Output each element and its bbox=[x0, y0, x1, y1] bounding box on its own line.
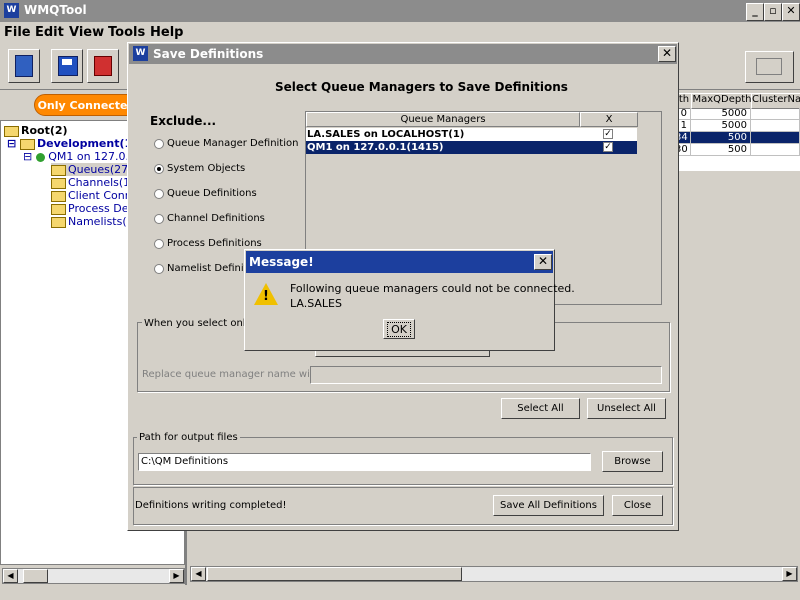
chart-icon bbox=[94, 56, 112, 76]
right-hscrollbar[interactable]: ◀ ▶ bbox=[190, 566, 798, 582]
qm-name: QM1 on 127.0.0.1(1415) bbox=[307, 142, 444, 153]
left-hscrollbar[interactable]: ◀ ▶ bbox=[2, 568, 185, 584]
dialog-app-icon: W bbox=[133, 46, 148, 61]
tree-node-queues[interactable]: Queues(27) bbox=[51, 163, 133, 176]
select-all-button[interactable]: Select All bbox=[501, 398, 580, 419]
status-bar bbox=[0, 585, 800, 600]
folder-icon bbox=[51, 216, 66, 228]
column-header[interactable]: ClusterNa bbox=[751, 93, 800, 109]
floppy-icon bbox=[58, 56, 78, 76]
folder-icon bbox=[51, 190, 66, 202]
table-cell[interactable]: 500 bbox=[691, 144, 751, 156]
folder-icon bbox=[51, 164, 66, 176]
exit-icon bbox=[15, 55, 33, 77]
table-cell[interactable] bbox=[751, 132, 800, 144]
menu-tools[interactable]: Tools bbox=[108, 25, 145, 40]
qm-icon bbox=[35, 152, 45, 162]
column-header-queue-managers[interactable]: Queue Managers bbox=[306, 112, 580, 127]
menu-edit[interactable]: Edit bbox=[35, 25, 64, 40]
tool-button[interactable] bbox=[87, 49, 119, 83]
restore-button[interactable]: ▫ bbox=[764, 3, 782, 21]
radio-process-definitions[interactable] bbox=[154, 239, 164, 249]
dialog-title: Save Definitions bbox=[153, 47, 264, 61]
exit-button[interactable] bbox=[8, 49, 40, 83]
scroll-right-icon[interactable]: ▶ bbox=[782, 567, 797, 581]
qm-checkbox[interactable]: ✓ bbox=[603, 142, 613, 152]
message-title-bar: Message! ✕ bbox=[246, 251, 553, 273]
ok-button[interactable]: OK bbox=[383, 319, 415, 339]
panel-button[interactable] bbox=[745, 51, 794, 83]
radio-label: System Objects bbox=[167, 163, 246, 174]
app-icon: W bbox=[4, 3, 19, 18]
menu-file[interactable]: File bbox=[4, 25, 31, 40]
table-cell[interactable]: 500 bbox=[691, 132, 751, 144]
app-title: WMQTool bbox=[24, 3, 87, 17]
browse-button[interactable]: Browse bbox=[602, 451, 663, 472]
ok-label: OK bbox=[387, 322, 411, 337]
message-title: Message! bbox=[249, 255, 314, 269]
radio-channel-definitions[interactable] bbox=[154, 214, 164, 224]
save-all-definitions-button[interactable]: Save All Definitions bbox=[493, 495, 604, 516]
menu-help[interactable]: Help bbox=[150, 25, 183, 40]
dialog-heading: Select Queue Managers to Save Definition… bbox=[275, 80, 568, 94]
menu-view[interactable]: View bbox=[69, 25, 104, 40]
message-text-qm: LA.SALES bbox=[290, 297, 342, 310]
tree-node-root[interactable]: Root(2) bbox=[4, 124, 68, 137]
column-header-x[interactable]: X bbox=[580, 112, 638, 127]
table-cell[interactable]: 5000 bbox=[691, 120, 751, 132]
table-cell[interactable] bbox=[751, 108, 800, 120]
dialog-status-text: Definitions writing completed! bbox=[135, 500, 287, 511]
queue-table: th MaxQDepth ClusterNa 0 5000 1 5000 34 … bbox=[675, 93, 800, 171]
radio-queue-definitions[interactable] bbox=[154, 189, 164, 199]
exclude-label: Exclude... bbox=[150, 114, 217, 128]
table-row[interactable]: LA.SALES on LOCALHOST(1) bbox=[306, 128, 637, 141]
folder-icon bbox=[20, 138, 36, 150]
radio-queue-manager-definition[interactable] bbox=[154, 139, 164, 149]
table-cell[interactable] bbox=[751, 120, 800, 132]
folder-icon bbox=[51, 177, 66, 189]
scroll-thumb[interactable] bbox=[207, 567, 462, 581]
replace-label: Replace queue manager name with bbox=[142, 369, 321, 380]
close-window-button[interactable]: ✕ bbox=[782, 3, 800, 21]
radio-label: Queue Definitions bbox=[167, 188, 257, 199]
unselect-all-button[interactable]: Unselect All bbox=[587, 398, 666, 419]
table-empty-area bbox=[675, 171, 800, 566]
scroll-left-icon[interactable]: ◀ bbox=[3, 569, 18, 583]
table-cell[interactable]: 5000 bbox=[691, 108, 751, 120]
table-row[interactable]: QM1 on 127.0.0.1(1415) bbox=[306, 141, 637, 154]
radio-label: Channel Definitions bbox=[167, 213, 265, 224]
path-input[interactable]: C:\QM Definitions bbox=[138, 453, 591, 471]
message-close-icon[interactable]: ✕ bbox=[534, 254, 552, 270]
table-cell[interactable] bbox=[751, 144, 800, 156]
tree-node-development[interactable]: ⊟ Development(1) bbox=[7, 137, 137, 150]
dialog-close-icon[interactable]: ✕ bbox=[658, 46, 676, 62]
radio-label: Process Definitions bbox=[167, 238, 262, 249]
radio-label: Queue Manager Definition bbox=[167, 138, 299, 149]
close-dialog-button[interactable]: Close bbox=[612, 495, 663, 516]
qm-name: LA.SALES on LOCALHOST(1) bbox=[307, 129, 465, 140]
scroll-left-icon[interactable]: ◀ bbox=[191, 567, 206, 581]
column-header[interactable]: MaxQDepth bbox=[691, 93, 753, 109]
replace-name-field[interactable] bbox=[310, 366, 662, 384]
panel-icon bbox=[756, 58, 782, 75]
dialog-title-bar: W Save Definitions ✕ bbox=[129, 44, 677, 64]
warning-glyph: ! bbox=[263, 289, 269, 304]
folder-icon bbox=[51, 203, 66, 215]
save-toolbar-button[interactable] bbox=[51, 49, 83, 83]
message-text: Following queue managers could not be co… bbox=[290, 282, 575, 295]
tree-node-namelists[interactable]: Namelists(2) bbox=[51, 215, 138, 228]
tree-node-qm1[interactable]: ⊟ QM1 on 127.0. bbox=[23, 150, 129, 163]
folder-icon bbox=[4, 125, 19, 137]
main-title-bar: W WMQTool _ ▫ ✕ bbox=[0, 0, 800, 22]
radio-system-objects[interactable] bbox=[154, 164, 164, 174]
radio-namelist-definitions[interactable] bbox=[154, 264, 164, 274]
minimize-button[interactable]: _ bbox=[746, 3, 764, 21]
qm-checkbox[interactable]: ✓ bbox=[603, 129, 613, 139]
scroll-thumb[interactable] bbox=[23, 569, 48, 583]
scroll-right-icon[interactable]: ▶ bbox=[169, 569, 184, 583]
only-connected-button[interactable]: Only Connected bbox=[34, 94, 139, 116]
menu-bar: File Edit View Tools Help bbox=[0, 22, 800, 42]
path-label: Path for output files bbox=[137, 432, 240, 443]
